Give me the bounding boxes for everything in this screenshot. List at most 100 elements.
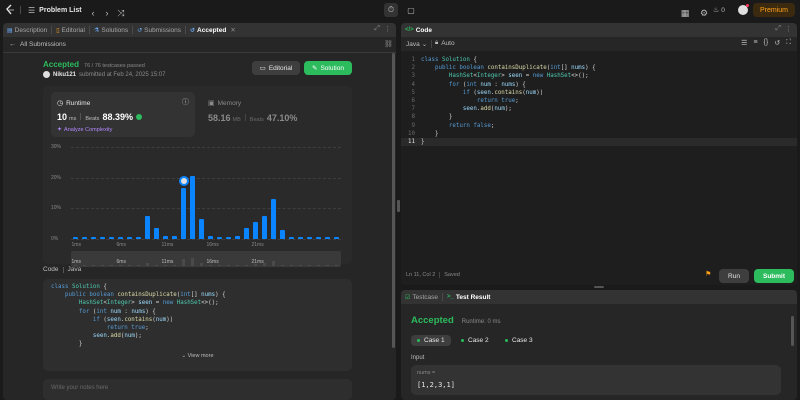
problem-list-button[interactable]: ☰ Problem List: [28, 0, 82, 20]
line-number: 10: [408, 130, 415, 137]
editor-more-icon[interactable]: ⋮: [785, 25, 792, 33]
notes-icon[interactable]: ☰: [741, 39, 747, 47]
close-tab-icon[interactable]: ✕: [230, 26, 235, 34]
editor-line[interactable]: 1 class Solution {: [401, 56, 797, 64]
left-scrollbar[interactable]: [392, 53, 395, 348]
chart-bar[interactable]: [154, 228, 159, 239]
editor-line[interactable]: 6 return true;: [401, 97, 797, 105]
fullscreen-icon[interactable]: ⛶: [786, 39, 791, 47]
vertical-splitter[interactable]: [397, 200, 400, 212]
analyze-complexity-link[interactable]: ✦ Analyze Complexity: [57, 126, 112, 134]
timer-icon[interactable]: ⏱: [384, 3, 398, 17]
chart-range-slider[interactable]: 1ms 6ms 11ms 16ms 21ms: [71, 251, 341, 267]
chart-bar[interactable]: [73, 237, 78, 239]
result-scrollbar[interactable]: [791, 316, 794, 346]
tab-testcase[interactable]: ☑ Testcase: [401, 290, 442, 304]
layout-icon[interactable]: ▦: [678, 3, 692, 23]
logo-icon[interactable]: [5, 0, 15, 20]
input-value-card[interactable]: nums = [1,2,3,1]: [411, 365, 781, 395]
editor-line[interactable]: 4 for (int num : nums) {: [401, 81, 797, 89]
tab-solutions[interactable]: ⚗ Solutions: [90, 23, 132, 37]
chart-bar[interactable]: [235, 235, 240, 239]
info-icon[interactable]: ⓘ: [182, 97, 189, 107]
braces-icon[interactable]: {}: [764, 39, 769, 47]
chart-bar[interactable]: [226, 236, 231, 239]
chart-bar[interactable]: [208, 235, 213, 239]
chart-bar[interactable]: [190, 176, 195, 239]
your-runtime-marker[interactable]: [178, 176, 189, 187]
chart-bar[interactable]: [334, 237, 339, 239]
share-icon[interactable]: ⛓: [384, 40, 393, 48]
chart-bar[interactable]: [307, 236, 312, 239]
chart-bar[interactable]: [271, 199, 276, 239]
case-tab-1[interactable]: Case 1: [411, 335, 451, 346]
next-problem-icon[interactable]: ›: [100, 3, 114, 23]
chart-bar[interactable]: [298, 236, 303, 239]
chart-bar[interactable]: [145, 216, 150, 239]
memory-card[interactable]: ▣ Memory 58.16 MB Beats 47.10%: [208, 99, 297, 124]
more-icon[interactable]: ⋮: [384, 25, 391, 33]
chart-bar[interactable]: [109, 237, 114, 239]
chart-bar[interactable]: [100, 237, 105, 239]
run-button[interactable]: Run: [719, 269, 749, 283]
chart-bar[interactable]: [127, 237, 132, 239]
chart-bar[interactable]: [199, 219, 204, 239]
tab-code[interactable]: </> Code: [401, 23, 436, 37]
user-avatar[interactable]: [43, 71, 50, 78]
shuffle-icon[interactable]: ⤨: [114, 3, 128, 23]
settings-gear-icon[interactable]: ⚙: [697, 3, 711, 23]
view-more-button[interactable]: ⌄ View more: [43, 353, 352, 359]
auto-mode-toggle[interactable]: 🔒︎ Auto: [435, 40, 455, 47]
tab-editorial[interactable]: ▯ Editorial: [52, 23, 89, 37]
chart-bar[interactable]: [316, 236, 321, 239]
premium-button[interactable]: Premium: [752, 3, 795, 17]
solution-button[interactable]: ✎ Solution: [304, 61, 352, 75]
chart-bar[interactable]: [181, 188, 186, 239]
editor-line[interactable]: 11}: [401, 137, 797, 147]
chart-bar[interactable]: [262, 216, 267, 239]
maximize-icon[interactable]: ⤢: [374, 25, 380, 33]
submit-button[interactable]: Submit: [754, 269, 794, 283]
format-icon[interactable]: ≡: [753, 39, 757, 47]
editor-line[interactable]: 2 public boolean containsDuplicate(int[]…: [401, 64, 797, 72]
chart-bar[interactable]: [163, 235, 168, 239]
horizontal-splitter[interactable]: [594, 286, 604, 288]
notes-icon[interactable]: ▢: [404, 3, 418, 17]
code-editor[interactable]: 1 class Solution {2 public boolean contai…: [401, 56, 797, 147]
case-tab-3[interactable]: Case 3: [499, 335, 539, 346]
editor-line[interactable]: 3 HashSet<Integer> seen = new HashSet<>(…: [401, 72, 797, 80]
runtime-distribution-chart[interactable]: 30% 20% 10% 0% 1ms 6ms 11ms 16ms 21ms 1ms 6ms 11ms 1…: [51, 141, 347, 267]
chart-bar[interactable]: [172, 235, 177, 239]
editor-line[interactable]: 8 }: [401, 113, 797, 121]
streak-counter[interactable]: ♨ 0: [713, 0, 725, 20]
notes-input[interactable]: Write your notes here: [43, 379, 352, 400]
tab-description[interactable]: ▤ Description: [3, 23, 51, 37]
username[interactable]: Niku121: [53, 72, 76, 78]
editorial-button[interactable]: ▭ Editorial: [252, 61, 300, 75]
chart-bar[interactable]: [244, 228, 249, 239]
tab-accepted[interactable]: ↺ Accepted ✕: [186, 23, 240, 37]
chart-bar[interactable]: [118, 237, 123, 239]
chart-bar[interactable]: [325, 237, 330, 239]
chart-bar[interactable]: [91, 237, 96, 239]
chart-bar[interactable]: [280, 229, 285, 239]
editor-line[interactable]: 5 if (seen.contains(num)): [401, 89, 797, 97]
editor-maximize-icon[interactable]: ⤢: [775, 25, 781, 33]
debug-icon[interactable]: ⚑: [705, 270, 711, 278]
runtime-card[interactable]: ◷ Runtime ⓘ 10 ms Beats 88.39% ✦ Analyze…: [51, 92, 195, 137]
chart-bar[interactable]: [136, 237, 141, 239]
reset-icon[interactable]: ↺: [774, 39, 780, 47]
language-select[interactable]: Java ⌄: [406, 40, 427, 49]
chart-bar[interactable]: [253, 222, 258, 239]
editor-line[interactable]: 10 }: [401, 130, 797, 138]
tab-test-result[interactable]: >_ Test Result: [443, 290, 494, 304]
all-submissions-link[interactable]: ← All Submissions: [9, 41, 66, 48]
editor-line[interactable]: 9 return false;: [401, 122, 797, 130]
chart-bar[interactable]: [82, 237, 87, 239]
chart-bar[interactable]: [289, 236, 294, 239]
case-tab-2[interactable]: Case 2: [455, 335, 495, 346]
prev-problem-icon[interactable]: ‹: [86, 3, 100, 23]
chart-bar[interactable]: [217, 236, 222, 239]
editor-line[interactable]: 7 seen.add(num);: [401, 105, 797, 113]
tab-submissions[interactable]: ↺ Submissions: [133, 23, 185, 37]
